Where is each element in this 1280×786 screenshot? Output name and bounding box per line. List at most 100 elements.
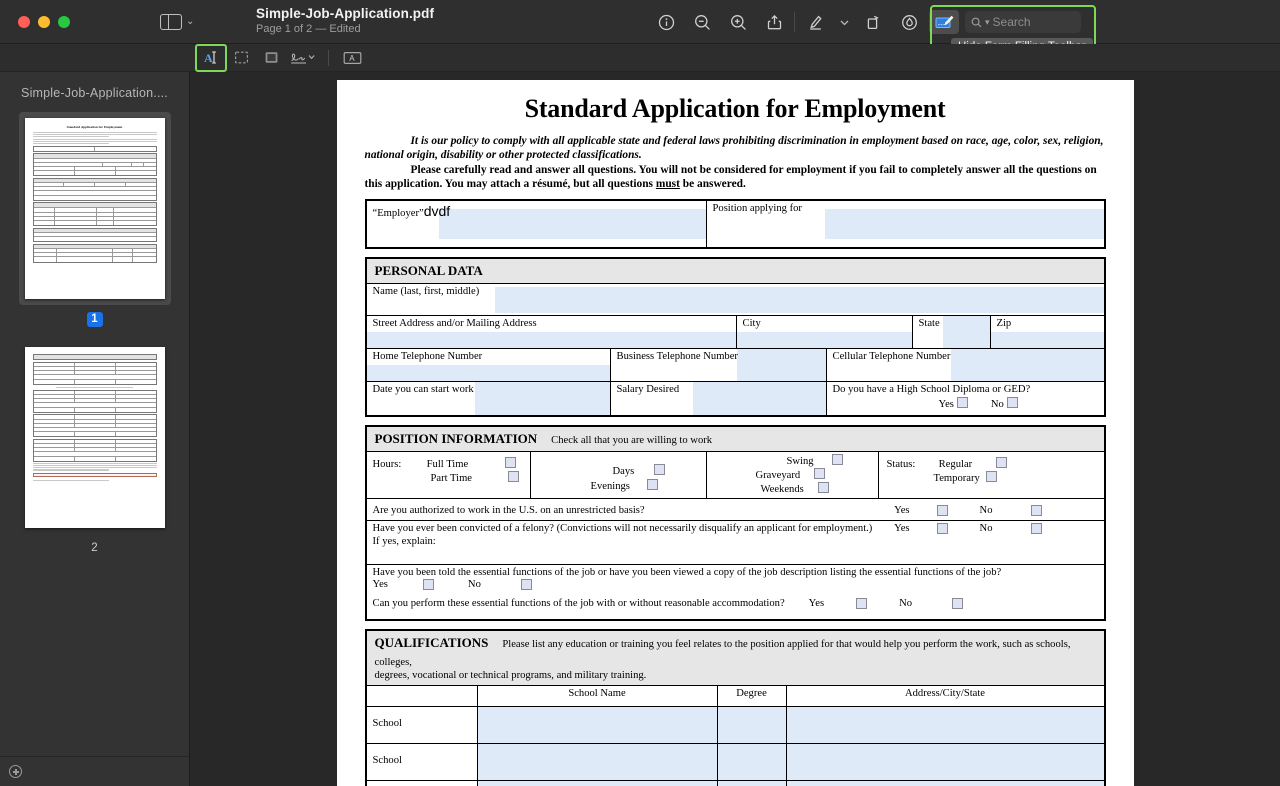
graveyard-checkbox[interactable] (814, 468, 825, 479)
page-thumbnail-2[interactable] (25, 347, 165, 528)
essential-no-checkbox[interactable] (521, 579, 532, 590)
degree-field-2[interactable] (718, 744, 787, 780)
zoom-out-icon[interactable] (684, 7, 720, 37)
pdf-page-1[interactable]: Standard Application for Employment It i… (337, 80, 1134, 786)
row-label-other: Other (367, 781, 477, 786)
school-name-field-3[interactable] (478, 781, 718, 786)
swing-checkbox[interactable] (832, 454, 843, 465)
toolbar-divider (794, 12, 795, 32)
employer-position-block: “Employer”dvdf Position applying for (365, 199, 1106, 249)
zoom-in-icon[interactable] (720, 7, 756, 37)
home-phone-field[interactable] (367, 365, 610, 381)
essential-yes-checkbox[interactable] (423, 579, 434, 590)
form-filling-toolbar-toggle[interactable] (929, 10, 959, 34)
degree-field-1[interactable] (718, 707, 787, 743)
page-status: Page 1 of 2 — Edited (256, 23, 434, 35)
markup-pen-icon[interactable] (797, 7, 833, 37)
search-chevron-icon[interactable]: ▾ (985, 17, 990, 28)
school-name-field-2[interactable] (478, 744, 718, 780)
thumbnail-selection-1[interactable]: Standard Application for Employment (19, 112, 171, 305)
thumbnail-item-2[interactable]: 2 (0, 341, 189, 556)
pdf-viewer-canvas[interactable]: Standard Application for Employment It i… (190, 72, 1280, 786)
authorized-no-checkbox[interactable] (1031, 505, 1042, 516)
search-input[interactable]: ▾ Search (965, 11, 1081, 33)
perform-no-checkbox[interactable] (952, 598, 963, 609)
sidebar-toggle-button[interactable] (160, 14, 182, 30)
street-label: Street Address and/or Mailing Address (367, 316, 736, 329)
filled-box-tool[interactable] (256, 47, 286, 69)
full-time-checkbox[interactable] (505, 457, 516, 468)
felony-no-checkbox[interactable] (1031, 523, 1042, 534)
perform-yes-checkbox[interactable] (856, 598, 867, 609)
thumbnail-item-1[interactable]: Standard Application for Employment (0, 112, 189, 327)
city-label: City (737, 316, 912, 329)
annotation-box-tool[interactable]: A (337, 47, 367, 69)
row-label-school-1: School (367, 707, 477, 729)
employer-label-text: “Employer” (373, 208, 424, 219)
thumbnail-list[interactable]: Simple-Job-Application.... Standard Appl… (0, 72, 189, 756)
zip-field[interactable] (991, 332, 1104, 348)
add-page-icon[interactable] (9, 765, 22, 778)
thumbnail-page-number-2: 2 (87, 541, 103, 556)
main-body: Simple-Job-Application.... Standard Appl… (0, 72, 1280, 786)
column-address: Address/City/State (787, 686, 1104, 699)
part-time-label: Part Time (431, 473, 473, 484)
page-thumbnail-1[interactable]: Standard Application for Employment (25, 118, 165, 299)
qualifications-title: QUALIFICATIONS (375, 635, 489, 651)
days-checkbox[interactable] (654, 464, 665, 475)
checkbox-tool[interactable] (226, 47, 256, 69)
regular-checkbox[interactable] (996, 457, 1007, 468)
markup-chevron-icon[interactable] (833, 7, 855, 37)
diploma-label: Do you have a High School Diploma or GED… (827, 382, 1104, 395)
text-field-tool[interactable]: A (196, 45, 226, 71)
address-field-3[interactable] (787, 781, 1104, 786)
svg-text:A: A (204, 51, 213, 65)
felony-explain-label: If yes, explain: (367, 534, 1104, 547)
state-label: State (913, 316, 990, 329)
chevron-down-icon[interactable]: ⌄ (186, 17, 194, 27)
weekends-checkbox[interactable] (818, 482, 829, 493)
diploma-answers: Yes No (827, 395, 1104, 410)
close-button[interactable] (18, 16, 30, 28)
school-name-field-1[interactable] (478, 707, 718, 743)
table-row: Other (367, 781, 1104, 786)
diploma-no-checkbox[interactable] (1007, 397, 1018, 408)
authorized-yes-checkbox[interactable] (937, 505, 948, 516)
share-icon[interactable] (756, 7, 792, 37)
swing-label: Swing (787, 456, 814, 467)
city-field[interactable] (737, 332, 912, 348)
part-time-checkbox[interactable] (508, 471, 519, 482)
minimize-button[interactable] (38, 16, 50, 28)
thumbnail-selection-2[interactable] (19, 341, 171, 534)
graveyard-label: Graveyard (756, 470, 801, 481)
street-field[interactable] (367, 332, 736, 348)
evenings-checkbox[interactable] (647, 479, 658, 490)
diploma-no-label: No (991, 399, 1004, 410)
document-title-block: Simple-Job-Application.pdf Page 1 of 2 —… (256, 6, 434, 35)
page-title: Simple-Job-Application.pdf (256, 6, 434, 21)
search-placeholder: Search (993, 15, 1031, 29)
qualifications-header: QUALIFICATIONS Please list any education… (367, 631, 1104, 686)
position-information-header: POSITION INFORMATION Check all that you … (367, 427, 1104, 452)
rotate-icon[interactable] (855, 7, 891, 37)
signature-tool[interactable] (286, 47, 320, 69)
essential-no-label: No (468, 579, 481, 590)
employer-value[interactable]: dvdf (424, 203, 450, 219)
diploma-yes-checkbox[interactable] (957, 397, 968, 408)
perform-no-label: No (899, 598, 912, 609)
intro-2-text-b: be answered. (680, 178, 746, 190)
intro-paragraph-2: Please carefully read and answer all que… (365, 164, 1106, 191)
address-field-2[interactable] (787, 744, 1104, 780)
redact-icon[interactable] (891, 7, 927, 37)
info-icon[interactable] (648, 7, 684, 37)
qualifications-block: QUALIFICATIONS Please list any education… (365, 629, 1106, 786)
felony-yes-checkbox[interactable] (937, 523, 948, 534)
personal-data-header: PERSONAL DATA (367, 259, 1104, 284)
pdf-viewer-window: ⌄ Simple-Job-Application.pdf Page 1 of 2… (0, 0, 1280, 786)
zoom-button[interactable] (58, 16, 70, 28)
temporary-checkbox[interactable] (986, 471, 997, 482)
degree-field-3[interactable] (718, 781, 787, 786)
essential-functions-question: Have you been told the essential functio… (367, 565, 1104, 578)
thumbnail-page-number-1: 1 (87, 312, 103, 327)
address-field-1[interactable] (787, 707, 1104, 743)
